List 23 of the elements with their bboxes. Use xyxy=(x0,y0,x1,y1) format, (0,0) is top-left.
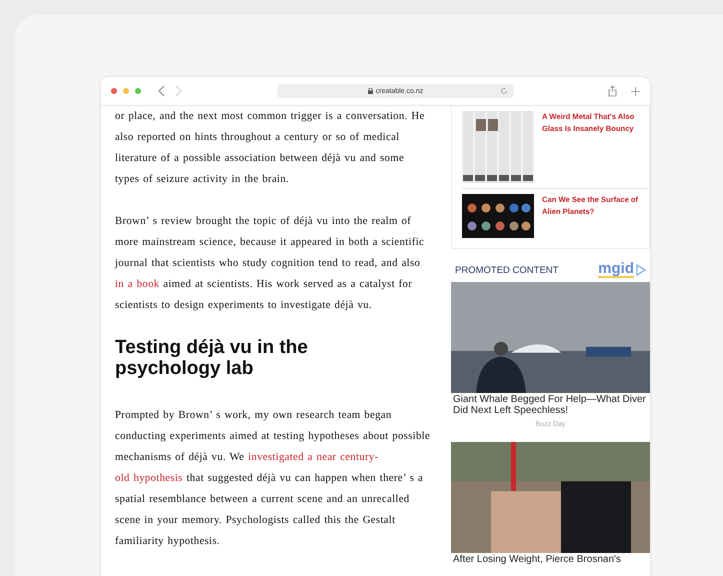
lock-icon xyxy=(368,88,373,94)
close-icon[interactable] xyxy=(111,88,117,94)
forward-icon[interactable] xyxy=(173,85,183,97)
body-paragraph: Prompted by Brown’ s work, my own research team began conducting experiments aimed at testing hypotheses about possible mechanisms of déjà vu. We investigated a near century- old hypothesis that suggested déjà vu can happen when there’ s a spatial resemblance between a current scene and an unrecalled scene in your memory. Psychologists called this the Gestalt familiarity hypothesis. xyxy=(115,408,432,549)
text-link[interactable]: investigated a near century- xyxy=(248,451,378,463)
new-tab-icon[interactable] xyxy=(631,86,640,96)
share-icon[interactable] xyxy=(608,85,617,97)
body-paragraph: or place, and the next most common trigger is a conversation. He also reported on hints throughout a century or so of medical literature of a possible association between déjà vu and some types of seizure activity in the brain. xyxy=(115,109,426,187)
planets-photo xyxy=(462,194,534,238)
zoom-icon[interactable] xyxy=(135,88,141,94)
reload-icon[interactable] xyxy=(500,87,508,95)
body-paragraph: Brown’ s review brought the topic of déjà vu into the realm of more mainstream science, because it appeared in both a scientific journal that scientists who study cognition tend to read, and also in a book aimed at scientists. His work served as a catalyst for scientists to design experiments to investigate déjà vu. xyxy=(115,214,426,313)
promoted-headline[interactable]: Giant Whale Begged For Help—What Diver Did Next Left Speechless! xyxy=(451,393,650,416)
minimize-icon[interactable] xyxy=(123,88,129,94)
text-link[interactable]: old hypothesis xyxy=(115,472,183,484)
section-heading: Testing déjà vu in the psychology lab xyxy=(115,337,309,379)
metal-strips-photo xyxy=(462,111,534,183)
back-icon[interactable] xyxy=(157,85,167,97)
promoted-label: PROMOTED CONTENT xyxy=(455,264,558,276)
brand-logo[interactable]: mgid xyxy=(598,262,634,278)
promoted-headline[interactable]: After Losing Weight, Pierce Brosnan's xyxy=(451,553,650,565)
text-link[interactable]: in a book xyxy=(115,278,160,290)
play-icon[interactable] xyxy=(636,264,646,276)
